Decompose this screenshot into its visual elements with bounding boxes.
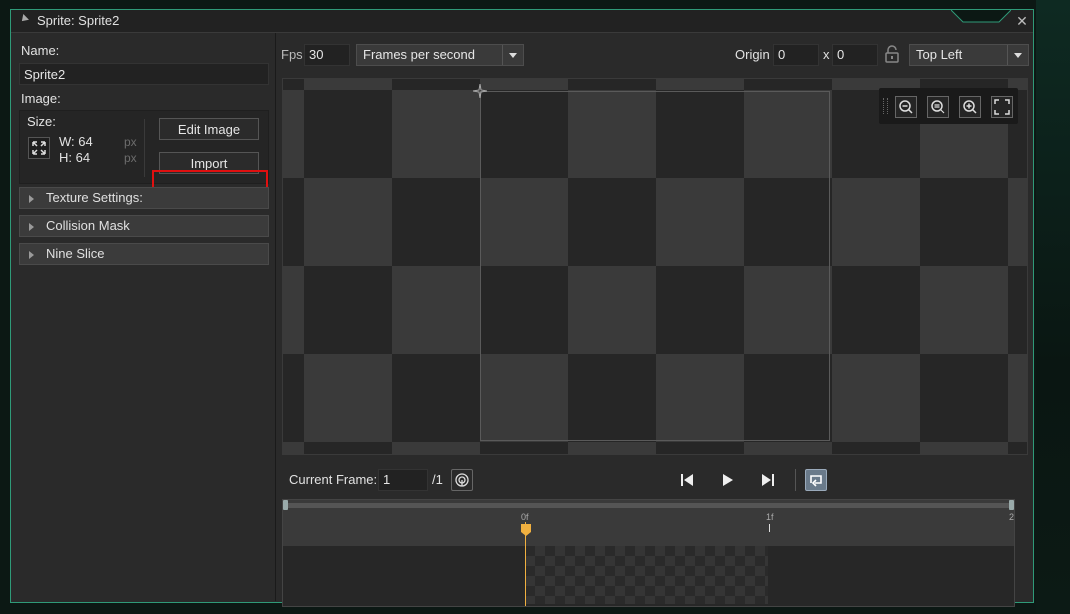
- properties-panel: Name: Sprite2 Image: Size: W: 64 H: 64 p…: [11, 33, 276, 601]
- title-bar: Sprite: Sprite2 ✕: [11, 10, 1033, 33]
- width-unit: px: [124, 135, 137, 149]
- timeline: 0f 1f 2: [282, 499, 1015, 607]
- name-field[interactable]: Sprite2: [19, 63, 269, 85]
- timeline-scrollbar[interactable]: [283, 500, 1014, 510]
- expand-arrow-icon: [29, 251, 34, 259]
- section-label: Texture Settings:: [46, 190, 143, 205]
- unlock-icon[interactable]: [885, 45, 899, 63]
- height-unit: px: [124, 151, 137, 165]
- width-value: W: 64: [59, 134, 93, 149]
- expand-arrow-icon: [29, 195, 34, 203]
- sprite-editor-window: Sprite: Sprite2 ✕ Name: Sprite2 Image: S…: [10, 9, 1034, 607]
- nine-slice-section[interactable]: Nine Slice: [19, 243, 269, 265]
- playback-bar: Current Frame: 1 /1: [277, 463, 1033, 493]
- zoom-out-icon[interactable]: [895, 96, 917, 118]
- chevron-down-icon: [1007, 45, 1028, 65]
- size-label: Size:: [27, 114, 56, 129]
- skip-to-start-icon[interactable]: [677, 470, 699, 492]
- tick-mark: [769, 524, 770, 532]
- expand-arrow-icon: [29, 223, 34, 231]
- skip-to-end-icon[interactable]: [758, 470, 780, 492]
- collision-mask-section[interactable]: Collision Mask: [19, 215, 269, 237]
- current-frame-input[interactable]: 1: [378, 469, 428, 491]
- drag-handle-icon[interactable]: [883, 98, 888, 114]
- playhead-line: [525, 522, 526, 606]
- zoom-in-icon[interactable]: [959, 96, 981, 118]
- scroll-handle-left[interactable]: [283, 500, 288, 510]
- scroll-handle-right[interactable]: [1009, 500, 1014, 510]
- fps-input[interactable]: 30: [304, 44, 350, 66]
- origin-label: Origin: [735, 47, 770, 62]
- loop-icon[interactable]: [805, 469, 827, 491]
- frame-total: /1: [432, 472, 443, 487]
- name-label: Name:: [21, 43, 60, 58]
- origin-x-separator: x: [823, 47, 830, 62]
- frame-thumbnail[interactable]: [525, 546, 768, 604]
- texture-settings-section[interactable]: Texture Settings:: [19, 187, 269, 209]
- close-icon[interactable]: ✕: [1013, 12, 1031, 30]
- section-label: Nine Slice: [46, 246, 105, 261]
- frame-track[interactable]: [283, 546, 1014, 606]
- sprite-view-panel: Fps 30 Frames per second Origin 0 x 0 To…: [277, 33, 1033, 607]
- playhead-icon[interactable]: [520, 523, 532, 537]
- background-edge: [1036, 0, 1070, 614]
- resize-icon[interactable]: [28, 137, 50, 159]
- divider: [144, 119, 145, 177]
- title-notch-decoration: [951, 10, 1011, 23]
- sprite-bounds: [480, 91, 830, 441]
- origin-x-input[interactable]: 0: [773, 44, 819, 66]
- scrollbar-track: [287, 503, 1010, 508]
- tick-label: 0f: [521, 512, 529, 522]
- section-label: Collision Mask: [46, 218, 130, 233]
- current-frame-label: Current Frame:: [289, 472, 378, 487]
- sprite-toolbar: Fps 30 Frames per second Origin 0 x 0 To…: [277, 33, 1033, 75]
- timeline-ruler[interactable]: 0f 1f 2: [283, 510, 1014, 547]
- chevron-down-icon: [502, 45, 523, 65]
- image-label: Image:: [21, 91, 61, 106]
- collapse-icon[interactable]: [19, 14, 29, 24]
- height-value: H: 64: [59, 150, 91, 165]
- sprite-canvas[interactable]: [282, 78, 1028, 455]
- zoom-reset-icon[interactable]: [927, 96, 949, 118]
- fps-mode-value: Frames per second: [363, 47, 475, 62]
- fps-mode-dropdown[interactable]: Frames per second: [356, 44, 524, 66]
- window-title: Sprite: Sprite2: [37, 13, 120, 28]
- origin-marker-icon[interactable]: [473, 84, 487, 98]
- tick-label: 2: [1009, 512, 1015, 522]
- origin-preset-value: Top Left: [916, 47, 963, 62]
- play-icon[interactable]: [717, 470, 739, 492]
- origin-y-input[interactable]: 0: [832, 44, 878, 66]
- tick-label: 1f: [766, 512, 774, 522]
- fit-screen-icon[interactable]: [991, 96, 1013, 118]
- onion-skin-icon[interactable]: [451, 469, 473, 491]
- origin-preset-dropdown[interactable]: Top Left: [909, 44, 1029, 66]
- divider: [795, 469, 796, 491]
- fps-label: Fps: [281, 47, 303, 62]
- edit-image-button[interactable]: Edit Image: [159, 118, 259, 140]
- zoom-toolbar: [879, 88, 1018, 124]
